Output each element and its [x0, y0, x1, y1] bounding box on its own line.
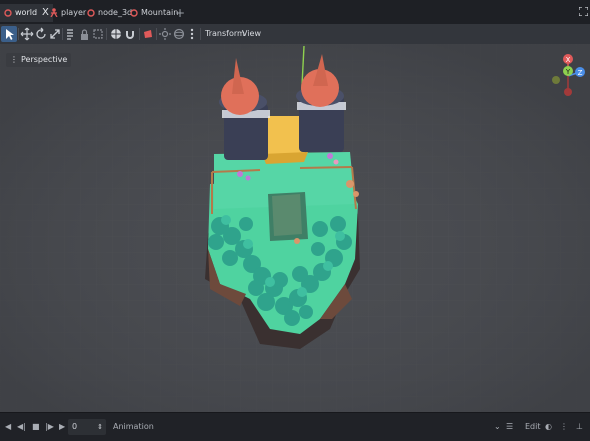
- perspective-label: Perspective: [21, 55, 68, 64]
- neg-x-handle[interactable]: [564, 88, 572, 96]
- more-options-icon[interactable]: ⋮: [560, 421, 568, 433]
- scale-icon: [50, 29, 60, 39]
- tab-world[interactable]: world X: [0, 4, 53, 22]
- viewport-toolbar: Transform View: [0, 24, 590, 44]
- snap-button[interactable]: [122, 26, 138, 42]
- group-icon: [93, 29, 103, 39]
- tab-label: world: [15, 8, 38, 17]
- perspective-menu[interactable]: ⋮ Perspective: [6, 53, 72, 67]
- scale-mode-button[interactable]: [47, 26, 63, 42]
- scene-render: [0, 44, 590, 412]
- separator: [200, 28, 201, 40]
- marker-icon: [144, 30, 152, 38]
- kebab-menu-icon: [190, 28, 194, 40]
- 3d-viewport[interactable]: ⋮ Perspective X Y Z: [0, 44, 590, 412]
- stop-button[interactable]: ■: [32, 421, 40, 433]
- frame-spinbox[interactable]: 0 ⇕: [68, 419, 106, 435]
- play-backwards-from-end-button[interactable]: ◀|: [17, 421, 26, 433]
- magnet-icon: [126, 31, 134, 39]
- select-mode-button[interactable]: [1, 26, 17, 42]
- dropdown-arrow-icon[interactable]: ⌄: [494, 421, 501, 433]
- character-icon: [50, 8, 58, 17]
- separator: [106, 28, 107, 40]
- node-icon: [130, 8, 138, 17]
- preview-sun-button[interactable]: [140, 26, 156, 42]
- play-button[interactable]: ▶: [59, 421, 65, 433]
- transform-menu[interactable]: Transform: [205, 26, 245, 42]
- group-button[interactable]: [90, 26, 106, 42]
- autoplay-icon[interactable]: ☰: [506, 421, 513, 433]
- neg-y-handle[interactable]: [552, 76, 560, 84]
- play-backwards-button[interactable]: ◀: [5, 421, 11, 433]
- orientation-gizmo[interactable]: X Y Z: [548, 52, 588, 100]
- gizmo-z-label: Z: [578, 69, 583, 77]
- spin-arrows-icon[interactable]: ⇕: [97, 419, 103, 435]
- more-options-button[interactable]: [184, 26, 200, 42]
- gizmo-x-label: X: [566, 56, 571, 64]
- expand-icon: [578, 6, 589, 17]
- kebab-menu-icon: ⋮: [10, 55, 18, 64]
- view-menu[interactable]: View: [242, 26, 261, 42]
- distraction-free-button[interactable]: [575, 5, 590, 23]
- scene-tab-bar: world X player node_3d Mountain +: [0, 0, 590, 24]
- edit-menu[interactable]: Edit: [525, 421, 541, 433]
- pin-icon[interactable]: ⊥: [576, 421, 583, 433]
- pointer-icon: [6, 29, 14, 40]
- onion-skin-icon[interactable]: ◐: [545, 421, 552, 433]
- animation-bar: ◀ ◀| ■ |▶ ▶ 0 ⇕ Animation ⌄ ☰ Edit ◐ ⋮ ⊥: [0, 412, 590, 441]
- node-icon: [87, 8, 95, 17]
- animation-label: Animation: [113, 422, 154, 431]
- gizmo-y-label: Y: [565, 68, 571, 76]
- node-icon: [4, 8, 12, 17]
- frame-value: 0: [72, 422, 78, 431]
- add-tab-button[interactable]: +: [171, 4, 189, 22]
- play-from-start-button[interactable]: |▶: [45, 421, 54, 433]
